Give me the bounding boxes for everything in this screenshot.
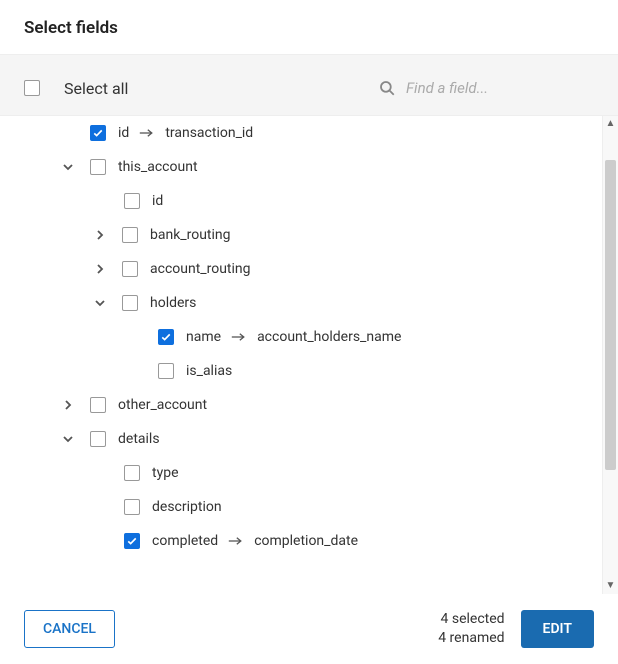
- checkbox[interactable]: [124, 533, 140, 549]
- rename-label: transaction_id: [165, 125, 253, 141]
- dialog-header: Select fields: [0, 0, 618, 54]
- tree-row-details[interactable]: details: [0, 422, 602, 456]
- rename-arrow-icon: [139, 127, 155, 139]
- checkbox[interactable]: [90, 159, 106, 175]
- checkbox[interactable]: [124, 499, 140, 515]
- tree-row-holders-name[interactable]: name account_holders_name: [0, 320, 602, 354]
- checkbox[interactable]: [124, 465, 140, 481]
- search-input[interactable]: [406, 79, 586, 97]
- field-label: details: [118, 431, 160, 447]
- tree-area: id transaction_id this_account id bank_r…: [0, 115, 618, 594]
- scrollbar-thumb[interactable]: [605, 160, 616, 470]
- field-label: completed: [152, 533, 218, 549]
- tree-row-id[interactable]: id transaction_id: [0, 116, 602, 150]
- selected-count: 4 selected: [438, 610, 504, 629]
- select-all-label: Select all: [64, 79, 128, 98]
- tree-scroll[interactable]: id transaction_id this_account id bank_r…: [0, 116, 602, 594]
- scroll-down-icon[interactable]: ▼: [603, 578, 618, 594]
- field-label: id: [152, 193, 163, 209]
- checkbox[interactable]: [122, 227, 138, 243]
- chevron-down-icon[interactable]: [90, 297, 110, 309]
- checkbox[interactable]: [158, 329, 174, 345]
- checkbox[interactable]: [90, 431, 106, 447]
- field-label: holders: [150, 295, 196, 311]
- search-icon: [378, 79, 396, 97]
- field-label: is_alias: [186, 363, 232, 379]
- search-wrap: [370, 75, 594, 101]
- checkbox[interactable]: [90, 397, 106, 413]
- tree-row-holders[interactable]: holders: [0, 286, 602, 320]
- field-label: id: [118, 125, 129, 141]
- rename-arrow-icon: [228, 535, 244, 547]
- tree-row-details-description[interactable]: description: [0, 490, 602, 524]
- rename-label: completion_date: [254, 533, 358, 549]
- tree-row-account-routing[interactable]: account_routing: [0, 252, 602, 286]
- checkbox[interactable]: [124, 193, 140, 209]
- tree-row-this-account-id[interactable]: id: [0, 184, 602, 218]
- scroll-up-icon[interactable]: ▲: [603, 116, 618, 132]
- dialog-footer: CANCEL 4 selected 4 renamed EDIT: [0, 594, 618, 664]
- chevron-down-icon[interactable]: [58, 161, 78, 173]
- chevron-down-icon[interactable]: [58, 433, 78, 445]
- chevron-right-icon[interactable]: [58, 399, 78, 411]
- chevron-right-icon[interactable]: [90, 229, 110, 241]
- tree-row-this-account[interactable]: this_account: [0, 150, 602, 184]
- field-label: type: [152, 465, 179, 481]
- checkbox[interactable]: [90, 125, 106, 141]
- chevron-right-icon[interactable]: [90, 263, 110, 275]
- selection-summary: 4 selected 4 renamed: [438, 610, 504, 648]
- field-label: account_routing: [150, 261, 251, 277]
- tree-row-details-type[interactable]: type: [0, 456, 602, 490]
- rename-label: account_holders_name: [257, 329, 401, 345]
- field-panel: Select all id transaction_id this_accoun…: [0, 54, 618, 594]
- tree-row-bank-routing[interactable]: bank_routing: [0, 218, 602, 252]
- renamed-count: 4 renamed: [438, 629, 504, 648]
- checkbox[interactable]: [122, 295, 138, 311]
- dialog-title: Select fields: [24, 18, 594, 38]
- field-label: name: [186, 329, 221, 345]
- field-label: other_account: [118, 397, 207, 413]
- rename-arrow-icon: [231, 331, 247, 343]
- edit-button[interactable]: EDIT: [521, 610, 594, 648]
- select-all-checkbox[interactable]: [24, 80, 40, 96]
- tree-row-holders-is-alias[interactable]: is_alias: [0, 354, 602, 388]
- checkbox[interactable]: [122, 261, 138, 277]
- tree-row-details-completed[interactable]: completed completion_date: [0, 524, 602, 558]
- checkbox[interactable]: [158, 363, 174, 379]
- field-label: this_account: [118, 159, 198, 175]
- scrollbar[interactable]: ▲ ▼: [602, 116, 618, 594]
- field-label: bank_routing: [150, 227, 231, 243]
- field-label: description: [152, 499, 222, 515]
- panel-toolbar: Select all: [0, 55, 618, 115]
- tree-row-other-account[interactable]: other_account: [0, 388, 602, 422]
- cancel-button[interactable]: CANCEL: [24, 610, 115, 648]
